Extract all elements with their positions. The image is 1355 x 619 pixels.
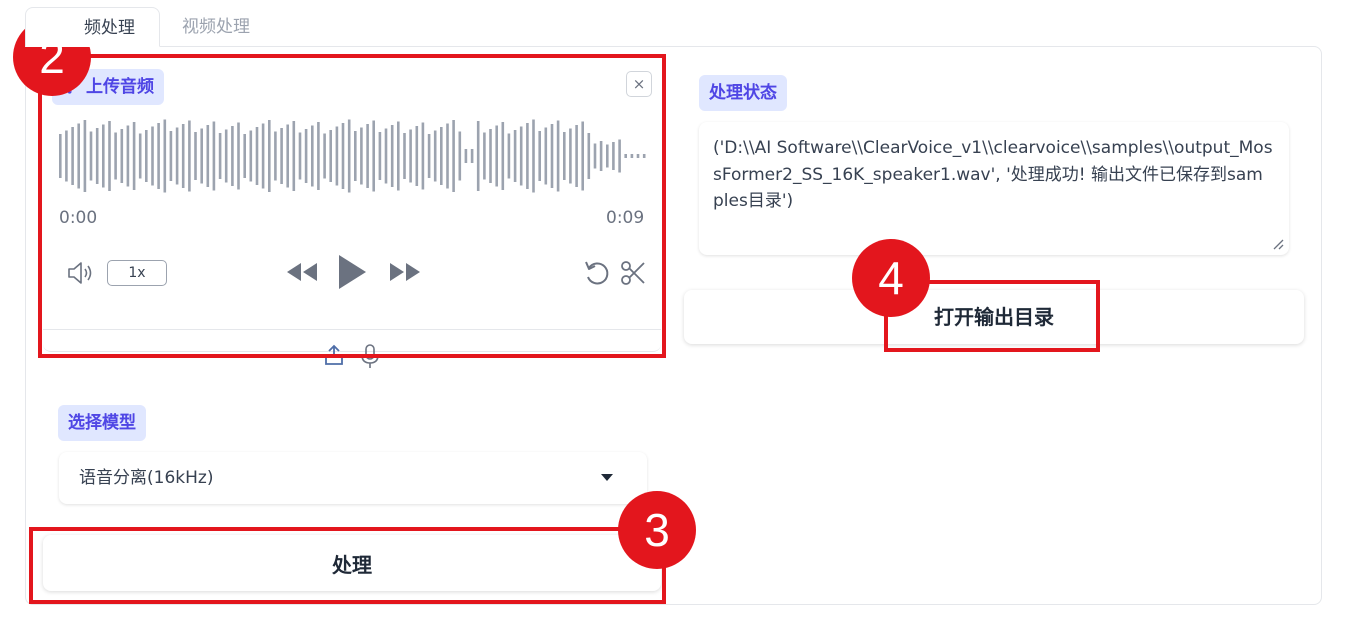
annotation-badge-4: 4 — [852, 239, 930, 317]
tab-bar: 频处理 视频处理 — [25, 7, 272, 47]
annotation-box-process — [29, 527, 666, 604]
annotation-badge-3: 3 — [618, 491, 696, 569]
resize-handle-icon[interactable] — [1272, 238, 1284, 250]
model-dropdown[interactable]: 语音分离(16kHz) — [59, 452, 647, 504]
annotation-box-upload — [38, 54, 666, 358]
model-label: 选择模型 — [58, 405, 146, 441]
chevron-down-icon — [601, 474, 613, 481]
status-textarea[interactable]: ('D:\\AI Software\\ClearVoice_v1\\clearv… — [699, 122, 1289, 255]
tab-video-processing[interactable]: 视频处理 — [160, 7, 272, 47]
tab-audio-processing[interactable]: 频处理 — [25, 7, 160, 47]
status-label: 处理状态 — [699, 75, 787, 111]
model-selected-value: 语音分离(16kHz) — [79, 468, 214, 488]
